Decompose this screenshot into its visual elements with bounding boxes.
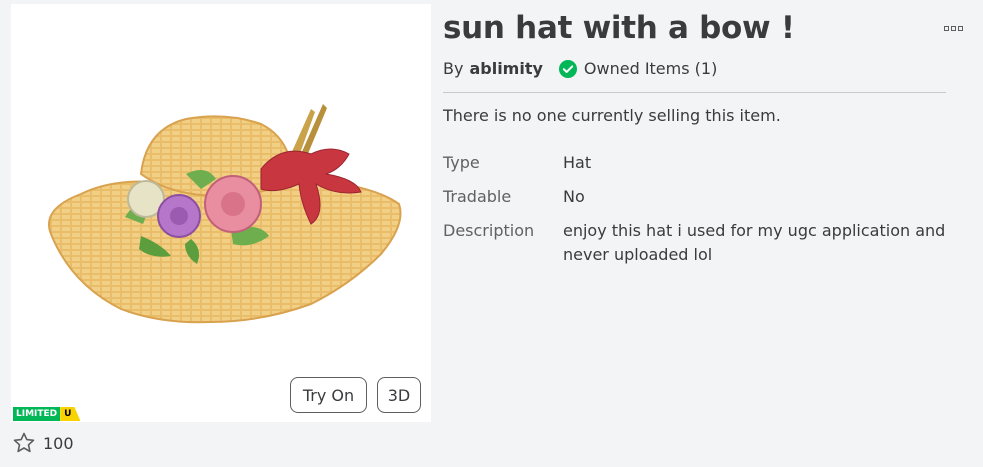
creator-link[interactable]: ablimity	[469, 59, 542, 78]
try-on-button[interactable]: Try On	[290, 377, 367, 413]
limited-u-badge: LIMITED U	[13, 407, 81, 421]
reseller-notice: There is no one currently selling this i…	[443, 106, 781, 125]
view-3d-button[interactable]: 3D	[377, 377, 421, 413]
description-label: Description	[443, 221, 535, 240]
divider	[443, 92, 946, 93]
limited-u-label: U	[60, 407, 81, 421]
description-value: enjoy this hat i used for my ugc applica…	[563, 221, 946, 264]
favorite-button[interactable]: 100	[12, 431, 74, 455]
limited-label: LIMITED	[13, 407, 61, 421]
owned-items-text: Owned Items (1)	[583, 59, 718, 78]
type-value: Hat	[563, 153, 592, 172]
byline: By ablimity Owned Items (1)	[443, 59, 717, 78]
star-outline-icon[interactable]	[12, 431, 36, 455]
tradable-value: No	[563, 187, 585, 206]
item-title: sun hat with a bow !	[443, 10, 795, 46]
tradable-label: Tradable	[443, 187, 512, 206]
by-label: By	[443, 59, 464, 78]
type-label: Type	[443, 153, 480, 172]
hat-image	[48, 104, 402, 324]
favorite-count: 100	[43, 433, 74, 453]
item-thumbnail: Try On 3D LIMITED U	[11, 4, 431, 422]
more-options-icon[interactable]	[944, 26, 964, 36]
check-circle-icon	[558, 59, 577, 78]
